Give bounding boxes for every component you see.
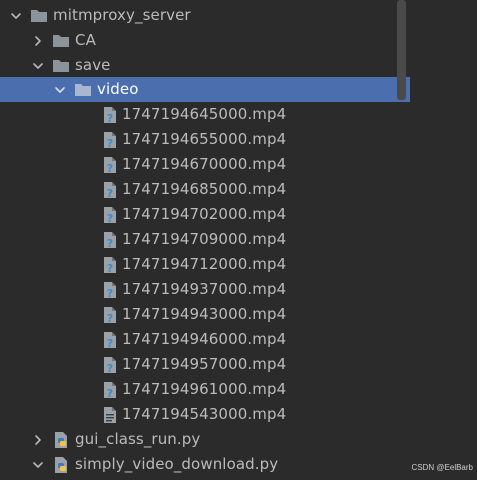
svg-text:?: ? (107, 362, 113, 374)
tree-node-file[interactable]: ? 1747194709000.mp4 (0, 227, 410, 252)
tree-node-file[interactable]: ? 1747194655000.mp4 (0, 127, 410, 152)
tree-node-label: mitmproxy_server (53, 6, 191, 24)
svg-text:?: ? (107, 112, 113, 124)
tree-node-simply-video-download[interactable]: simply_video_download.py (0, 452, 410, 477)
svg-text:?: ? (107, 162, 113, 174)
file-name: 1747194957000.mp4 (122, 355, 287, 373)
tree-node-label: video (97, 80, 139, 98)
tree-node-file[interactable]: ? 1747194685000.mp4 (0, 177, 410, 202)
unknown-file-icon: ? (102, 331, 118, 349)
unknown-file-icon: ? (102, 306, 118, 324)
tree-node-file[interactable]: ? 1747194961000.mp4 (0, 377, 410, 402)
file-name: 1747194655000.mp4 (122, 130, 287, 148)
unknown-file-icon: ? (102, 131, 118, 149)
unknown-file-icon: ? (102, 256, 118, 274)
svg-text:?: ? (107, 312, 113, 324)
watermark: CSDN @EelBarb (411, 463, 473, 472)
file-name: 1747194670000.mp4 (122, 155, 287, 173)
file-name: 1747194645000.mp4 (122, 105, 287, 123)
svg-text:?: ? (107, 262, 113, 274)
tree-node-file[interactable]: ? 1747194946000.mp4 (0, 327, 410, 352)
unknown-file-icon: ? (102, 356, 118, 374)
svg-text:?: ? (107, 212, 113, 224)
python-file-icon (52, 456, 70, 473)
project-tree: mitmproxy_server CA save video ? 1747194… (0, 0, 410, 480)
chevron-down-icon[interactable] (52, 82, 68, 98)
chevron-down-icon[interactable] (8, 8, 24, 24)
tree-node-file[interactable]: ? 1747194702000.mp4 (0, 202, 410, 227)
svg-text:?: ? (107, 287, 113, 299)
svg-text:?: ? (107, 337, 113, 349)
chevron-down-icon[interactable] (30, 58, 46, 74)
tree-node-mitmproxy-server[interactable]: mitmproxy_server (0, 3, 410, 28)
tree-node-video[interactable]: video (0, 77, 410, 102)
tree-node-gui-class-run[interactable]: gui_class_run.py (0, 427, 410, 452)
editor-pane (410, 0, 477, 480)
file-name: 1747194712000.mp4 (122, 255, 287, 273)
file-name: 1747194702000.mp4 (122, 205, 287, 223)
unknown-file-icon: ? (102, 281, 118, 299)
tree-node-save[interactable]: save (0, 53, 410, 78)
chevron-right-icon[interactable] (30, 33, 46, 49)
file-name: gui_class_run.py (75, 430, 201, 448)
tree-node-file[interactable]: ? 1747194712000.mp4 (0, 252, 410, 277)
unknown-file-icon: ? (102, 156, 118, 174)
tree-node-file[interactable]: ? 1747194645000.mp4 (0, 102, 410, 127)
tree-node-file[interactable]: ? 1747194670000.mp4 (0, 152, 410, 177)
file-name: 1747194943000.mp4 (122, 305, 287, 323)
folder-icon (52, 58, 70, 74)
svg-text:?: ? (107, 187, 113, 199)
folder-icon (30, 8, 48, 24)
unknown-file-icon: ? (102, 106, 118, 124)
unknown-file-icon: ? (102, 206, 118, 224)
file-name: 1747194685000.mp4 (122, 180, 287, 198)
chevron-right-icon[interactable] (30, 432, 46, 448)
file-name: 1747194946000.mp4 (122, 330, 287, 348)
file-name: 1747194709000.mp4 (122, 230, 287, 248)
tree-node-file[interactable]: ? 1747194937000.mp4 (0, 277, 410, 302)
text-file-icon (102, 406, 118, 423)
file-name: 1747194937000.mp4 (122, 280, 287, 298)
svg-text:?: ? (107, 137, 113, 149)
tree-node-file[interactable]: ? 1747194957000.mp4 (0, 352, 410, 377)
svg-text:?: ? (107, 237, 113, 249)
tree-scrollbar[interactable] (397, 0, 406, 100)
tree-node-label: save (75, 56, 111, 74)
tree-node-file[interactable]: ? 1747194943000.mp4 (0, 302, 410, 327)
tree-node-label: CA (75, 31, 96, 49)
tree-node-file[interactable]: 1747194543000.mp4 (0, 402, 410, 427)
svg-text:?: ? (107, 387, 113, 399)
file-name: 1747194543000.mp4 (122, 405, 287, 423)
file-name: 1747194961000.mp4 (122, 380, 287, 398)
file-name: simply_video_download.py (75, 455, 279, 473)
tree-node-ca[interactable]: CA (0, 28, 410, 53)
unknown-file-icon: ? (102, 231, 118, 249)
python-file-icon (52, 431, 70, 448)
folder-icon (52, 33, 70, 49)
chevron-down-icon[interactable] (30, 457, 46, 473)
unknown-file-icon: ? (102, 181, 118, 199)
unknown-file-icon: ? (102, 381, 118, 399)
folder-icon (74, 82, 92, 98)
